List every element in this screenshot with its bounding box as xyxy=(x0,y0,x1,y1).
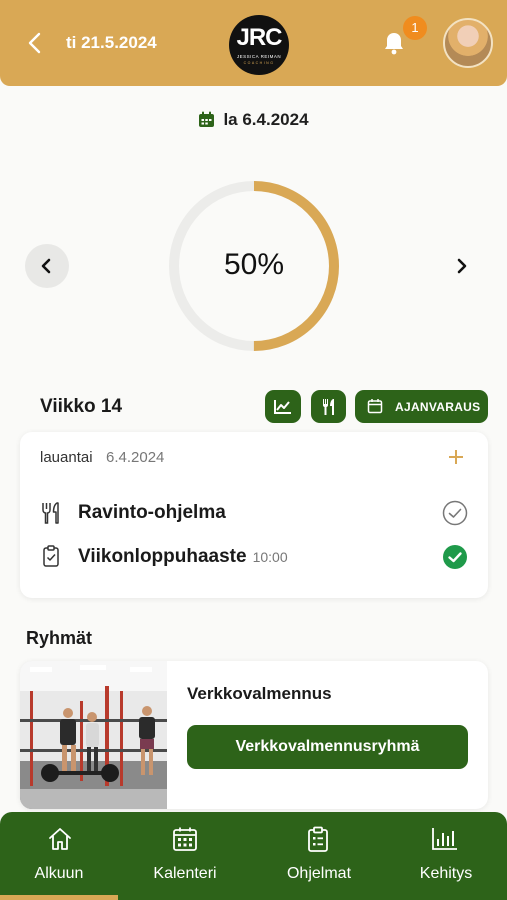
add-icon[interactable] xyxy=(446,447,466,467)
utensils-icon xyxy=(322,399,334,415)
tab-label: Ohjelmat xyxy=(286,865,352,882)
header-date[interactable]: ti 21.5.2024 xyxy=(66,33,157,53)
active-tab-indicator xyxy=(0,895,118,900)
utensils-icon xyxy=(40,501,62,525)
tab-label: Kalenteri xyxy=(153,865,217,882)
tab-label: Alkuun xyxy=(34,865,84,882)
selected-date[interactable]: la 6.4.2024 xyxy=(0,110,507,130)
progress-percent: 50% xyxy=(223,248,285,281)
day-date: 6.4.2024 xyxy=(106,449,165,466)
progress-chart-button[interactable] xyxy=(265,390,301,423)
group-photo xyxy=(20,661,167,809)
day-card: lauantai 6.4.2024 Ravinto-ohjelma Viikon… xyxy=(20,432,488,598)
brand-logo: JRC JESSICA REIMAN COACHING xyxy=(229,15,289,75)
avatar[interactable] xyxy=(443,18,493,68)
home-icon xyxy=(49,828,71,850)
check-outline-icon[interactable] xyxy=(442,500,468,526)
notification-badge: 1 xyxy=(403,16,427,40)
list-item-label[interactable]: Viikonloppuhaaste 10:00 xyxy=(78,546,288,568)
top-bar: ti 21.5.2024 JRC JESSICA REIMAN COACHING… xyxy=(0,0,507,86)
week-title: Viikko 14 xyxy=(40,396,123,417)
calendar-icon xyxy=(198,111,215,128)
tab-calendar[interactable]: Kalenteri xyxy=(122,812,248,900)
logo-subtitle: JESSICA REIMAN xyxy=(236,54,282,59)
tab-programs[interactable]: Ohjelmat xyxy=(256,812,382,900)
calendar-outline-icon xyxy=(367,399,383,414)
calendar-icon xyxy=(173,827,197,851)
clipboard-list-icon xyxy=(308,826,328,852)
chevron-left-icon xyxy=(41,258,51,274)
item-time: 10:00 xyxy=(252,549,288,565)
group-name: Verkkovalmennus xyxy=(187,684,332,703)
bell-icon[interactable] xyxy=(381,30,407,56)
previous-day-button[interactable] xyxy=(25,244,69,288)
selected-date-label: la 6.4.2024 xyxy=(223,110,309,129)
groups-title: Ryhmät xyxy=(26,628,93,648)
next-day-button[interactable] xyxy=(439,244,483,288)
back-arrow-icon[interactable] xyxy=(24,30,48,56)
line-chart-icon xyxy=(274,400,291,414)
clipboard-icon xyxy=(40,544,62,568)
list-item-label[interactable]: Ravinto-ohjelma xyxy=(78,502,226,524)
tab-progress[interactable]: Kehitys xyxy=(383,812,507,900)
booking-label: AJANVARAUS xyxy=(395,400,481,414)
join-group-button[interactable]: Verkkovalmennusryhmä xyxy=(187,725,468,769)
group-card[interactable]: Verkkovalmennus Verkkovalmennusryhmä xyxy=(20,661,488,809)
logo-text: JRC xyxy=(236,24,282,51)
tab-label: Kehitys xyxy=(419,865,473,882)
check-filled-icon[interactable] xyxy=(442,544,468,570)
logo-subtitle-2: COACHING xyxy=(243,61,275,65)
chevron-right-icon xyxy=(457,258,467,274)
tab-home[interactable]: Alkuun xyxy=(0,812,126,900)
nutrition-button[interactable] xyxy=(311,390,346,423)
day-name: lauantai xyxy=(40,449,93,466)
bar-chart-icon xyxy=(432,828,457,850)
bottom-nav: Alkuun Kalenteri Ohjelmat Kehitys xyxy=(0,812,507,900)
booking-button[interactable]: AJANVARAUS xyxy=(355,390,488,423)
